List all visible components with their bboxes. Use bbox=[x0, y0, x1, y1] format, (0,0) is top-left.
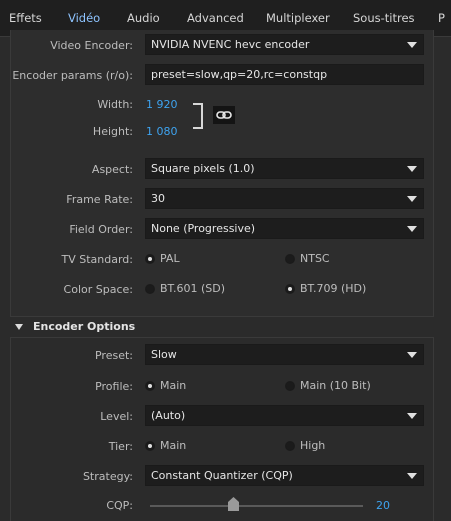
field-order-value: None (Progressive) bbox=[151, 222, 256, 235]
strategy-dropdown[interactable]: Constant Quantizer (CQP) bbox=[145, 465, 424, 486]
frame-rate-label: Frame Rate: bbox=[66, 193, 133, 206]
tier-high-label: High bbox=[300, 439, 326, 452]
chevron-down-icon bbox=[407, 166, 417, 172]
video-encoder-value: NVIDIA NVENC hevc encoder bbox=[151, 38, 310, 51]
level-dropdown[interactable]: (Auto) bbox=[145, 405, 424, 426]
radio-unselected-icon bbox=[285, 254, 295, 264]
strategy-label: Strategy: bbox=[82, 470, 133, 483]
field-order-dropdown[interactable]: None (Progressive) bbox=[145, 218, 424, 239]
video-encoder-label: Video Encoder: bbox=[50, 39, 133, 52]
profile-main10-label: Main (10 Bit) bbox=[300, 379, 371, 392]
link-icon bbox=[216, 111, 232, 119]
video-encoder-dropdown[interactable]: NVIDIA NVENC hevc encoder bbox=[145, 34, 424, 55]
tv-standard-ntsc-label: NTSC bbox=[300, 252, 330, 265]
radio-unselected-icon bbox=[145, 284, 155, 294]
color-space-bt601-radio[interactable]: BT.601 (SD) bbox=[145, 281, 225, 297]
encoder-params-label: Encoder params (r/o): bbox=[12, 69, 133, 82]
color-space-label: Color Space: bbox=[63, 283, 133, 296]
frame-rate-dropdown[interactable]: 30 bbox=[145, 188, 424, 209]
tier-main-radio[interactable]: Main bbox=[145, 438, 186, 454]
cqp-label: CQP: bbox=[106, 499, 133, 512]
profile-label: Profile: bbox=[95, 380, 133, 393]
aspect-label: Aspect: bbox=[91, 163, 133, 176]
aspect-link-bracket bbox=[193, 103, 203, 129]
level-label: Level: bbox=[100, 410, 133, 423]
radio-unselected-icon bbox=[285, 381, 295, 391]
cqp-slider-thumb[interactable] bbox=[228, 497, 239, 511]
tv-standard-label: TV Standard: bbox=[61, 253, 134, 266]
chevron-down-icon bbox=[407, 352, 417, 358]
tv-standard-ntsc-radio[interactable]: NTSC bbox=[285, 251, 330, 267]
slider-handle-icon bbox=[228, 497, 239, 511]
encoder-params-value: preset=slow,qp=20,rc=constqp bbox=[151, 68, 328, 81]
cqp-slider-track[interactable] bbox=[150, 505, 363, 507]
aspect-value: Square pixels (1.0) bbox=[151, 162, 255, 175]
color-space-bt601-label: BT.601 (SD) bbox=[160, 282, 225, 295]
tier-main-label: Main bbox=[160, 439, 187, 452]
tier-high-radio[interactable]: High bbox=[285, 438, 325, 454]
chevron-down-icon bbox=[407, 196, 417, 202]
aspect-dropdown[interactable]: Square pixels (1.0) bbox=[145, 158, 424, 179]
color-space-bt709-label: BT.709 (HD) bbox=[300, 282, 367, 295]
tier-label: Tier: bbox=[108, 440, 133, 453]
frame-rate-value: 30 bbox=[151, 192, 165, 205]
field-order-label: Field Order: bbox=[69, 223, 133, 236]
height-label: Height: bbox=[92, 125, 133, 138]
encoder-options-title: Encoder Options bbox=[33, 320, 136, 333]
encoder-options-header[interactable]: Encoder Options bbox=[10, 320, 434, 336]
radio-selected-icon bbox=[145, 254, 155, 264]
chevron-down-icon bbox=[407, 226, 417, 232]
triangle-down-icon bbox=[15, 324, 23, 330]
width-value[interactable]: 1 920 bbox=[146, 98, 178, 111]
chevron-down-icon bbox=[407, 413, 417, 419]
strategy-value: Constant Quantizer (CQP) bbox=[151, 469, 293, 482]
radio-selected-icon bbox=[145, 441, 155, 451]
width-label: Width: bbox=[97, 98, 133, 111]
cqp-value[interactable]: 20 bbox=[376, 499, 390, 512]
radio-selected-icon bbox=[145, 381, 155, 391]
profile-main-label: Main bbox=[160, 379, 187, 392]
color-space-bt709-radio[interactable]: BT.709 (HD) bbox=[285, 281, 366, 297]
tv-standard-pal-radio[interactable]: PAL bbox=[145, 251, 180, 267]
preset-dropdown[interactable]: Slow bbox=[145, 344, 424, 365]
encoder-params-field[interactable]: preset=slow,qp=20,rc=constqp bbox=[145, 64, 424, 85]
link-aspect-button[interactable] bbox=[213, 106, 235, 124]
chevron-down-icon bbox=[407, 42, 417, 48]
profile-main-radio[interactable]: Main bbox=[145, 378, 186, 394]
tv-standard-pal-label: PAL bbox=[160, 252, 180, 265]
radio-selected-icon bbox=[285, 284, 295, 294]
preset-label: Preset: bbox=[94, 349, 133, 362]
level-value: (Auto) bbox=[151, 409, 186, 422]
tab-overflow[interactable]: P bbox=[438, 0, 445, 37]
chevron-down-icon bbox=[407, 473, 417, 479]
radio-unselected-icon bbox=[285, 441, 295, 451]
profile-main10-radio[interactable]: Main (10 Bit) bbox=[285, 378, 371, 394]
height-value[interactable]: 1 080 bbox=[146, 125, 178, 138]
preset-value: Slow bbox=[151, 348, 177, 361]
